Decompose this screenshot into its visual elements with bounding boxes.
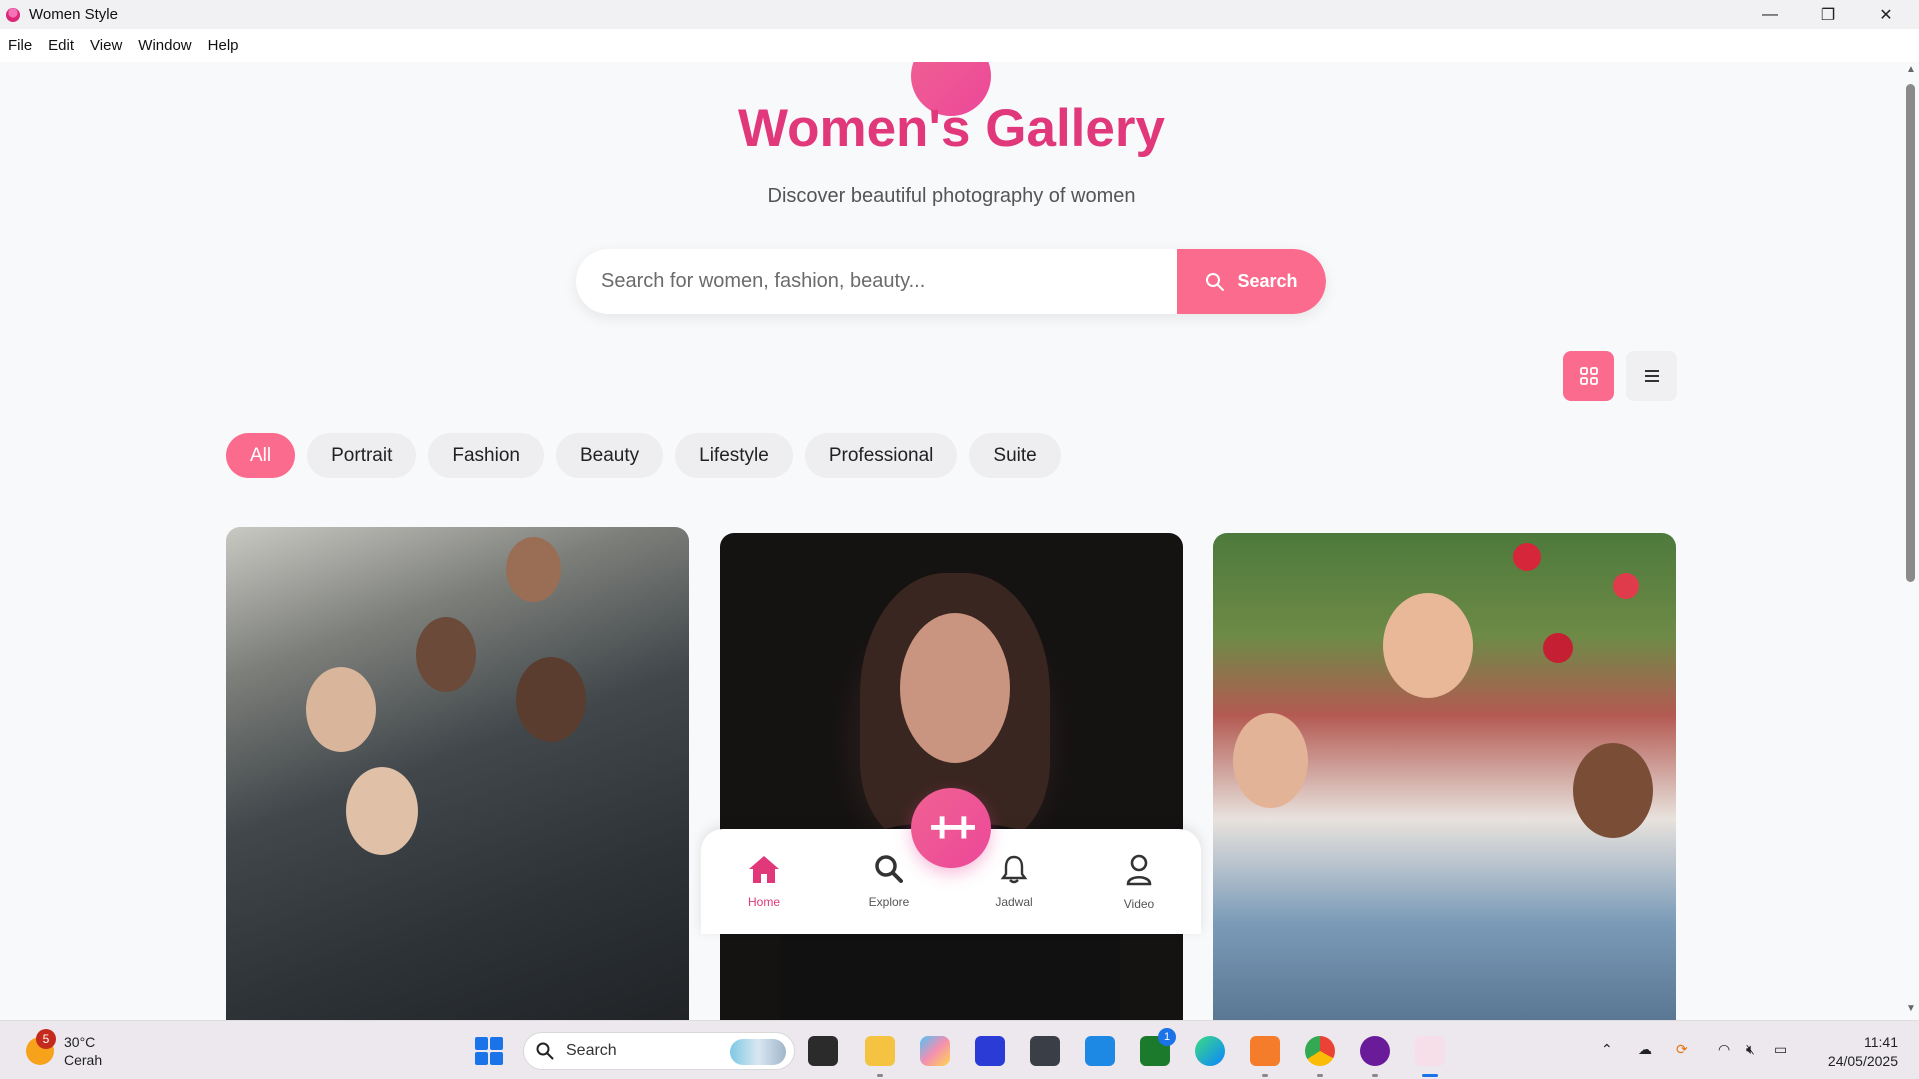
- search-icon: [875, 855, 903, 883]
- photo-face: [1573, 743, 1653, 838]
- filter-chip-beauty[interactable]: Beauty: [555, 433, 664, 478]
- clock-time: 11:41: [1864, 1034, 1898, 1050]
- maximize-button[interactable]: ❐: [1799, 0, 1857, 29]
- page-title: Women's Gallery: [738, 99, 1165, 158]
- weather-condition: Cerah: [64, 1052, 103, 1068]
- filter-chip-lifestyle[interactable]: Lifestyle: [675, 433, 793, 478]
- gallery-card-garden-photo[interactable]: [1213, 533, 1676, 1020]
- search-button[interactable]: Search: [1177, 249, 1326, 314]
- list-view-button[interactable]: [1626, 351, 1677, 401]
- minimize-button[interactable]: —: [1741, 0, 1799, 29]
- nav-video[interactable]: Video: [1099, 854, 1179, 911]
- weather-widget[interactable]: 5 30°C Cerah: [26, 1029, 103, 1069]
- filter-chip-all[interactable]: All: [226, 433, 296, 478]
- page-subtitle: Discover beautiful photography of women: [767, 185, 1136, 207]
- nav-home[interactable]: Home: [724, 854, 804, 909]
- photo-face: [1233, 713, 1308, 808]
- photo-flower: [1543, 633, 1573, 663]
- title-bar: Women Style — ❐ ✕: [0, 0, 1919, 29]
- gallery-card-group-photo[interactable]: [226, 527, 689, 1020]
- start-button[interactable]: [475, 1037, 503, 1065]
- xbox-icon[interactable]: 1: [1140, 1028, 1176, 1066]
- menu-bar: File Edit View Window Help: [0, 29, 1919, 62]
- edge-browser-icon[interactable]: [1195, 1036, 1225, 1066]
- search-bar: Search: [576, 249, 1326, 314]
- search-icon: [1206, 272, 1225, 291]
- scrollbar-thumb[interactable]: [1906, 84, 1915, 582]
- category-filters: All Portrait Fashion Beauty Lifestyle Pr…: [226, 433, 1061, 478]
- filter-chip-portrait[interactable]: Portrait: [307, 433, 417, 478]
- add-fab-button[interactable]: ++: [911, 788, 991, 868]
- taskbar-search-label: Search: [566, 1042, 617, 1059]
- photo-face: [306, 667, 376, 752]
- cloud-offline-icon[interactable]: ☁: [1638, 1041, 1652, 1058]
- search-input[interactable]: [576, 249, 1176, 314]
- editor-app-icon[interactable]: [975, 1036, 1005, 1066]
- nav-explore-label: Explore: [868, 895, 910, 909]
- home-icon: [749, 856, 779, 883]
- user-icon: [1126, 854, 1152, 886]
- filter-chip-fashion[interactable]: Fashion: [428, 433, 544, 478]
- taskbar: 5 30°C Cerah Search 1 ⌃ ☁ ⟳ ◠ 🔇︎ ▭ 11:41…: [0, 1020, 1919, 1079]
- copilot-icon[interactable]: [920, 1036, 950, 1066]
- nav-jadwal[interactable]: Jadwal: [974, 854, 1054, 909]
- grid-icon: [1579, 367, 1598, 385]
- weather-temp: 30°C: [64, 1034, 96, 1050]
- search-button-label: Search: [1237, 271, 1298, 291]
- clock-date: 24/05/2025: [1827, 1053, 1898, 1069]
- search-icon: [536, 1042, 554, 1060]
- task-view-icon[interactable]: [808, 1036, 838, 1066]
- scroll-down-arrow[interactable]: ▼: [1905, 1003, 1917, 1014]
- nav-home-label: Home: [747, 895, 780, 909]
- filter-chip-suite[interactable]: Suite: [969, 433, 1061, 478]
- photo-face: [506, 537, 561, 602]
- search-highlight-art: [730, 1039, 786, 1065]
- taskbar-search[interactable]: Search: [523, 1032, 795, 1070]
- app-icon: [6, 7, 20, 22]
- volume-muted-icon[interactable]: 🔇︎: [1746, 1041, 1755, 1058]
- grid-view-button[interactable]: [1563, 351, 1614, 401]
- photo-face: [516, 657, 586, 742]
- file-explorer-icon[interactable]: [865, 1036, 895, 1077]
- photo-face: [1383, 593, 1473, 698]
- close-button[interactable]: ✕: [1857, 0, 1915, 29]
- window-title: Women Style: [29, 6, 118, 23]
- menu-window[interactable]: Window: [138, 37, 191, 54]
- list-icon: [1644, 370, 1659, 382]
- xampp-icon[interactable]: [1250, 1036, 1280, 1077]
- photo-face: [416, 617, 476, 692]
- nav-explore[interactable]: Explore: [849, 854, 929, 909]
- filter-chip-professional[interactable]: Professional: [804, 433, 958, 478]
- menu-help[interactable]: Help: [208, 37, 239, 54]
- weather-badge: 5: [36, 1029, 56, 1049]
- weather-sun-icon: 5: [26, 1029, 56, 1065]
- gallery-card-portrait-photo[interactable]: [720, 533, 1183, 1020]
- photo-face: [900, 613, 1010, 763]
- chevron-up-icon[interactable]: ⌃: [1601, 1041, 1613, 1058]
- women-style-app-icon[interactable]: [1415, 1036, 1445, 1077]
- photo-flower: [1513, 543, 1541, 571]
- menu-view[interactable]: View: [90, 37, 122, 54]
- photo-flower: [1613, 573, 1639, 599]
- menu-file[interactable]: File: [8, 37, 32, 54]
- battery-icon[interactable]: ▭: [1774, 1041, 1787, 1058]
- menu-edit[interactable]: Edit: [48, 37, 74, 54]
- bell-icon: [1000, 855, 1028, 884]
- nav-jadwal-label: Jadwal: [995, 895, 1033, 909]
- chrome-icon[interactable]: [1305, 1036, 1335, 1077]
- notification-badge: 1: [1158, 1028, 1176, 1046]
- store-icon[interactable]: [1085, 1036, 1115, 1066]
- system-clock[interactable]: 11:41 24/05/2025: [1812, 1033, 1898, 1071]
- sync-icon[interactable]: ⟳: [1676, 1041, 1688, 1058]
- cube-app-icon[interactable]: [1030, 1036, 1060, 1066]
- photo-face: [346, 767, 418, 855]
- github-desktop-icon[interactable]: [1360, 1036, 1390, 1077]
- nav-video-label: Video: [1123, 897, 1155, 911]
- scroll-up-arrow[interactable]: ▲: [1905, 64, 1917, 75]
- wifi-icon[interactable]: ◠: [1718, 1041, 1730, 1058]
